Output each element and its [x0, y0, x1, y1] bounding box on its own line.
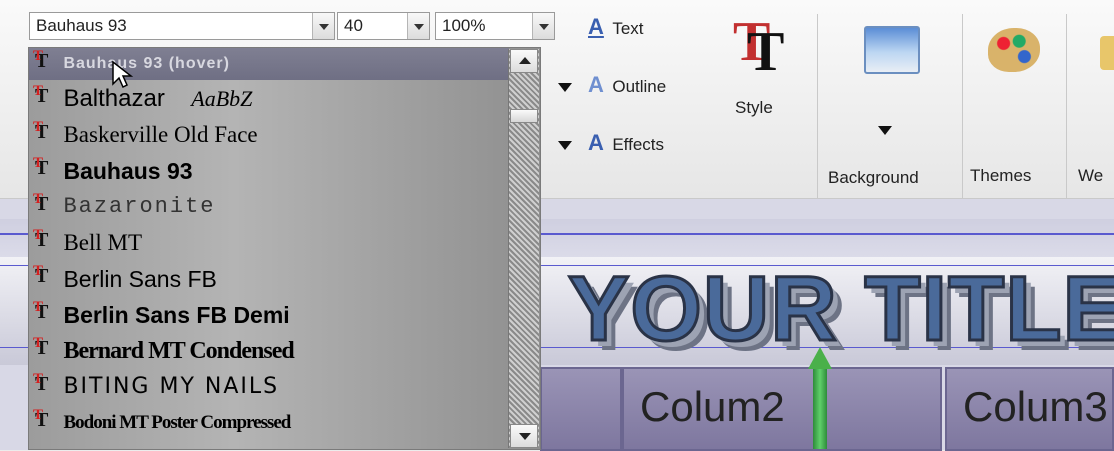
font-item[interactable]: TT Bauhaus 93: [33, 155, 505, 185]
font-size-combobox[interactable]: 40: [337, 12, 430, 40]
effects-label: Effects: [612, 135, 664, 154]
font-tt-icon: TT: [33, 119, 49, 143]
font-item-label: Bauhaus 93: [63, 158, 193, 184]
background-button[interactable]: Background: [826, 14, 958, 194]
scroll-thumb[interactable]: [510, 109, 538, 123]
font-item-label: Bell MT: [63, 230, 143, 255]
title-text: YOUR TITLE: [567, 259, 1114, 361]
font-item-label: Berlin Sans FB: [63, 266, 217, 292]
font-item-label: Bauhaus 93 (hover): [63, 55, 230, 72]
font-family-value: Bauhaus 93: [36, 16, 127, 35]
themes-button[interactable]: Themes: [966, 14, 1064, 194]
column3-cell[interactable]: Colum3: [945, 367, 1114, 451]
zoom-value: 100%: [442, 16, 486, 35]
font-dropdown-list[interactable]: TT Bauhaus 93 (hover) TT Balthazar AaBbZ…: [28, 47, 541, 450]
font-sample: AaBbZ: [191, 86, 253, 111]
style-label: Style: [735, 98, 773, 117]
outline-a-icon: A: [588, 72, 604, 97]
effects-button[interactable]: A Effects: [588, 130, 664, 162]
font-tt-icon: TT: [33, 407, 49, 431]
style-tt-icon: T T: [733, 11, 785, 83]
font-item[interactable]: TT Bazaronite: [33, 191, 505, 221]
ribbon-separator: [962, 14, 963, 198]
ribbon-separator: [817, 14, 818, 198]
font-item[interactable]: TT Berlin Sans FB Demi: [33, 299, 505, 329]
column3-label: Colum3: [963, 383, 1108, 430]
font-family-dropdown-button[interactable]: [312, 13, 334, 39]
font-tt-icon: TT: [33, 155, 49, 179]
column2-label: Colum2: [640, 383, 785, 430]
font-item-label: Baskerville Old Face: [63, 122, 258, 147]
text-button[interactable]: A Text: [588, 14, 644, 46]
zoom-combobox[interactable]: 100%: [435, 12, 555, 40]
font-tt-icon: TT: [33, 371, 49, 395]
outline-button[interactable]: A Outline: [588, 72, 666, 104]
font-item[interactable]: TT Bernard MT Condensed: [33, 335, 505, 365]
effects-a-icon: A: [588, 130, 604, 155]
font-size-dropdown-button[interactable]: [407, 13, 429, 39]
font-item[interactable]: TT Balthazar AaBbZ: [33, 83, 505, 113]
font-list-scrollbar[interactable]: [508, 49, 539, 448]
font-item-label: Berlin Sans FB Demi: [63, 302, 290, 328]
font-tt-icon: TT: [33, 263, 49, 287]
font-item[interactable]: TT Baskerville Old Face: [33, 119, 505, 149]
font-item-label: Bazaronite: [63, 194, 216, 219]
scroll-down-button[interactable]: [510, 424, 538, 448]
outline-dropdown-arrow-icon[interactable]: [558, 83, 572, 92]
font-item[interactable]: TT Bodoni MT Poster Compressed: [33, 407, 505, 437]
move-handle-arrow-icon[interactable]: [808, 347, 832, 449]
font-tt-icon: TT: [33, 227, 49, 251]
font-tt-icon: TT: [33, 191, 49, 215]
style-button[interactable]: T T Style: [725, 12, 795, 130]
themes-label: Themes: [970, 166, 1032, 185]
background-label: Background: [828, 168, 919, 187]
ribbon-separator: [1066, 14, 1067, 198]
palette-icon: [988, 28, 1040, 72]
web-icon: [1100, 36, 1114, 70]
font-size-value: 40: [344, 16, 363, 35]
web-label: We: [1078, 166, 1104, 185]
column2-cell[interactable]: Colum2: [622, 367, 942, 451]
background-dropdown-arrow-icon: [878, 126, 892, 135]
font-item-label: BITING MY NAILS: [63, 374, 280, 399]
font-item[interactable]: TT BITING MY NAILS: [33, 371, 505, 401]
font-item-label: Bodoni MT Poster Compressed: [63, 412, 291, 433]
font-family-combobox[interactable]: Bauhaus 93: [29, 12, 335, 40]
background-landscape-icon: [864, 26, 920, 74]
scroll-up-button[interactable]: [510, 49, 538, 73]
font-item[interactable]: TT Berlin Sans FB: [33, 263, 505, 293]
text-a-icon: A: [588, 14, 604, 39]
zoom-dropdown-button[interactable]: [532, 13, 554, 39]
font-tt-icon: TT: [33, 335, 49, 359]
outline-label: Outline: [612, 77, 667, 96]
table-cell[interactable]: [540, 367, 622, 451]
font-item-label: Balthazar: [63, 85, 165, 112]
font-item[interactable]: TT Bell MT: [33, 227, 505, 257]
text-label: Text: [612, 19, 644, 38]
font-tt-icon: TT: [33, 48, 49, 72]
font-item-hover[interactable]: TT Bauhaus 93 (hover): [33, 48, 505, 78]
font-item-label: Bernard MT Condensed: [63, 338, 294, 364]
font-tt-icon: TT: [33, 83, 49, 107]
font-tt-icon: TT: [33, 299, 49, 323]
web-button[interactable]: We: [1070, 14, 1114, 194]
effects-dropdown-arrow-icon[interactable]: [558, 141, 572, 150]
